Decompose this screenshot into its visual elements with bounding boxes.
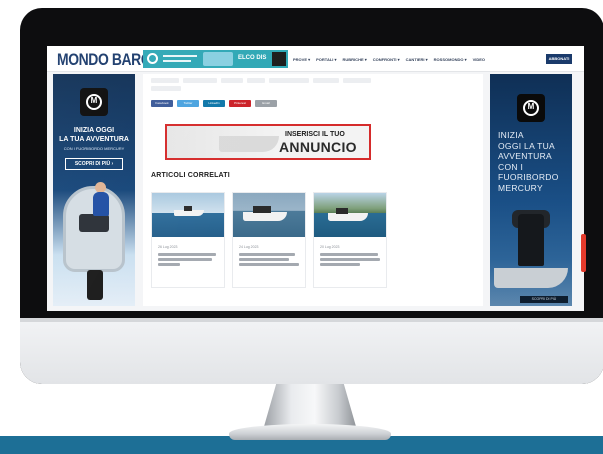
right-ad-title-line: OGGI LA TUA (498, 140, 555, 151)
tag-chip[interactable] (247, 78, 265, 83)
mercury-logo-icon: M (80, 88, 108, 116)
boat-shape (328, 213, 368, 221)
left-ad-cta-button[interactable]: SCOPRI DI PIÙ › (65, 158, 123, 170)
site-header: MONDO BARCA ELCO DIS PROVE ▾ PORTALI ▾ R… (47, 46, 584, 72)
promo-line-2: ANNUNCIO (279, 139, 357, 155)
share-facebook-button[interactable]: Facebook (151, 100, 173, 107)
article-title-line (320, 263, 360, 266)
promo-boat-image (219, 136, 279, 152)
article-thumbnail (314, 193, 386, 237)
boat-console-shape (336, 208, 348, 214)
boat-seat-shape (79, 214, 109, 232)
right-ad-title-line: AVVENTURA (498, 151, 553, 161)
article-title-line (239, 258, 289, 261)
outboard-engine-shape (518, 214, 544, 266)
article-title-line (158, 263, 180, 266)
monitor-chin (20, 318, 603, 384)
nav-item-portali[interactable]: PORTALI ▾ (316, 55, 336, 65)
scroll-indicator[interactable] (581, 234, 586, 272)
article-column: Facebook Twitter LinkedIn Pinterest Emai… (143, 74, 483, 306)
article-date: 26 Lug 2023 (158, 245, 178, 249)
nav-item-rossomondo[interactable]: ROSSOMONDO ▾ (434, 55, 467, 65)
promo-line-1: INSERISCI IL TUO (285, 131, 345, 138)
article-title-line (239, 263, 299, 266)
tag-chip[interactable] (313, 78, 339, 83)
boat-console-shape (253, 206, 271, 213)
article-date: 20 Lug 2023 (320, 245, 340, 249)
tag-list (151, 86, 181, 91)
article-thumbnail (233, 193, 305, 237)
main-nav: PROVE ▾ PORTALI ▾ RUBRICHE ▾ CONFRONTI ▾… (293, 55, 485, 65)
article-title-line (320, 258, 380, 261)
article-title-line (158, 253, 216, 256)
left-skyscraper-ad[interactable]: M INIZIA OGGI LA TUA AVVENTURA CON I FUO… (53, 74, 135, 306)
monitor-screen: MONDO BARCA ELCO DIS PROVE ▾ PORTALI ▾ R… (47, 46, 584, 311)
banner-ad-text-line (163, 60, 191, 62)
right-skyscraper-ad[interactable]: M INIZIA OGGI LA TUA AVVENTURA CON I FUO… (490, 74, 572, 306)
related-article-card[interactable]: 24 Lug 2023 (232, 192, 306, 288)
banner-ad-icon (147, 53, 158, 64)
share-pinterest-button[interactable]: Pinterest (229, 100, 251, 107)
header-banner-ad[interactable]: ELCO DIS (143, 50, 288, 68)
related-articles-title: ARTICOLI CORRELATI (151, 172, 230, 179)
banner-ad-label: ELCO DIS (238, 55, 267, 61)
tag-chip[interactable] (183, 78, 217, 83)
mercury-logo-mark: M (90, 96, 98, 105)
mercury-logo-icon: M (517, 94, 545, 122)
left-ad-title: INIZIA OGGI LA TUA AVVENTURA (53, 126, 135, 144)
related-article-card[interactable]: 20 Lug 2023 (313, 192, 387, 288)
left-ad-subtitle: CON I FUORIBORDO MERCURY (63, 146, 125, 151)
tag-list (151, 78, 371, 83)
share-email-button[interactable]: Email (255, 100, 277, 107)
right-ad-title-line: FUORIBORDO (498, 172, 559, 182)
right-ad-title-line: INIZIA (498, 130, 524, 140)
tag-chip[interactable] (151, 78, 179, 83)
boat-shape (243, 212, 287, 221)
right-ad-cta-bar[interactable]: SCOPRI DI PIÙ (520, 296, 568, 303)
right-ad-title-line: MERCURY (498, 182, 543, 193)
nav-item-video[interactable]: VIDEO (473, 55, 485, 65)
article-thumbnail (152, 193, 224, 237)
article-title-line (320, 253, 378, 256)
boat-hull-shape (494, 268, 568, 288)
nav-item-rubriche[interactable]: RUBRICHE ▾ (343, 55, 367, 65)
article-title-line (239, 253, 295, 256)
left-ad-title-line: LA TUA AVVENTURA (59, 136, 129, 143)
screenshot-stage: MONDO BARCA ELCO DIS PROVE ▾ PORTALI ▾ R… (0, 0, 603, 454)
nav-item-cantieri[interactable]: CANTIERI ▾ (406, 55, 428, 65)
nav-item-confronti[interactable]: CONFRONTI ▾ (373, 55, 400, 65)
insert-ad-promo-banner[interactable]: INSERISCI IL TUO ANNUNCIO (165, 124, 371, 160)
banner-ad-badge (272, 52, 286, 66)
related-article-card[interactable]: 26 Lug 2023 (151, 192, 225, 288)
right-ad-title: INIZIA OGGI LA TUA AVVENTURA CON I FUORI… (498, 130, 570, 193)
right-ad-title-line: CON I (498, 161, 524, 172)
mercury-logo-mark: M (527, 102, 535, 111)
tag-chip[interactable] (269, 78, 309, 83)
subscribe-button[interactable]: ABBONATI (546, 54, 572, 64)
monitor-stand-base (229, 424, 391, 440)
boater-body-shape (93, 192, 109, 216)
share-buttons: Facebook Twitter LinkedIn Pinterest Emai… (151, 100, 277, 107)
tag-chip[interactable] (151, 86, 181, 91)
boat-console-shape (184, 206, 192, 211)
share-linkedin-button[interactable]: LinkedIn (203, 100, 225, 107)
monitor-chin-edge (20, 318, 603, 322)
share-twitter-button[interactable]: Twitter (177, 100, 199, 107)
left-ad-title-line: INIZIA OGGI (73, 127, 115, 134)
outboard-engine-shape (87, 270, 103, 300)
article-title-line (158, 258, 212, 261)
banner-ad-text-line (163, 55, 197, 57)
tag-chip[interactable] (343, 78, 371, 83)
article-date: 24 Lug 2023 (239, 245, 259, 249)
banner-ad-image (203, 52, 233, 66)
nav-item-prove[interactable]: PROVE ▾ (293, 55, 310, 65)
tag-chip[interactable] (221, 78, 243, 83)
